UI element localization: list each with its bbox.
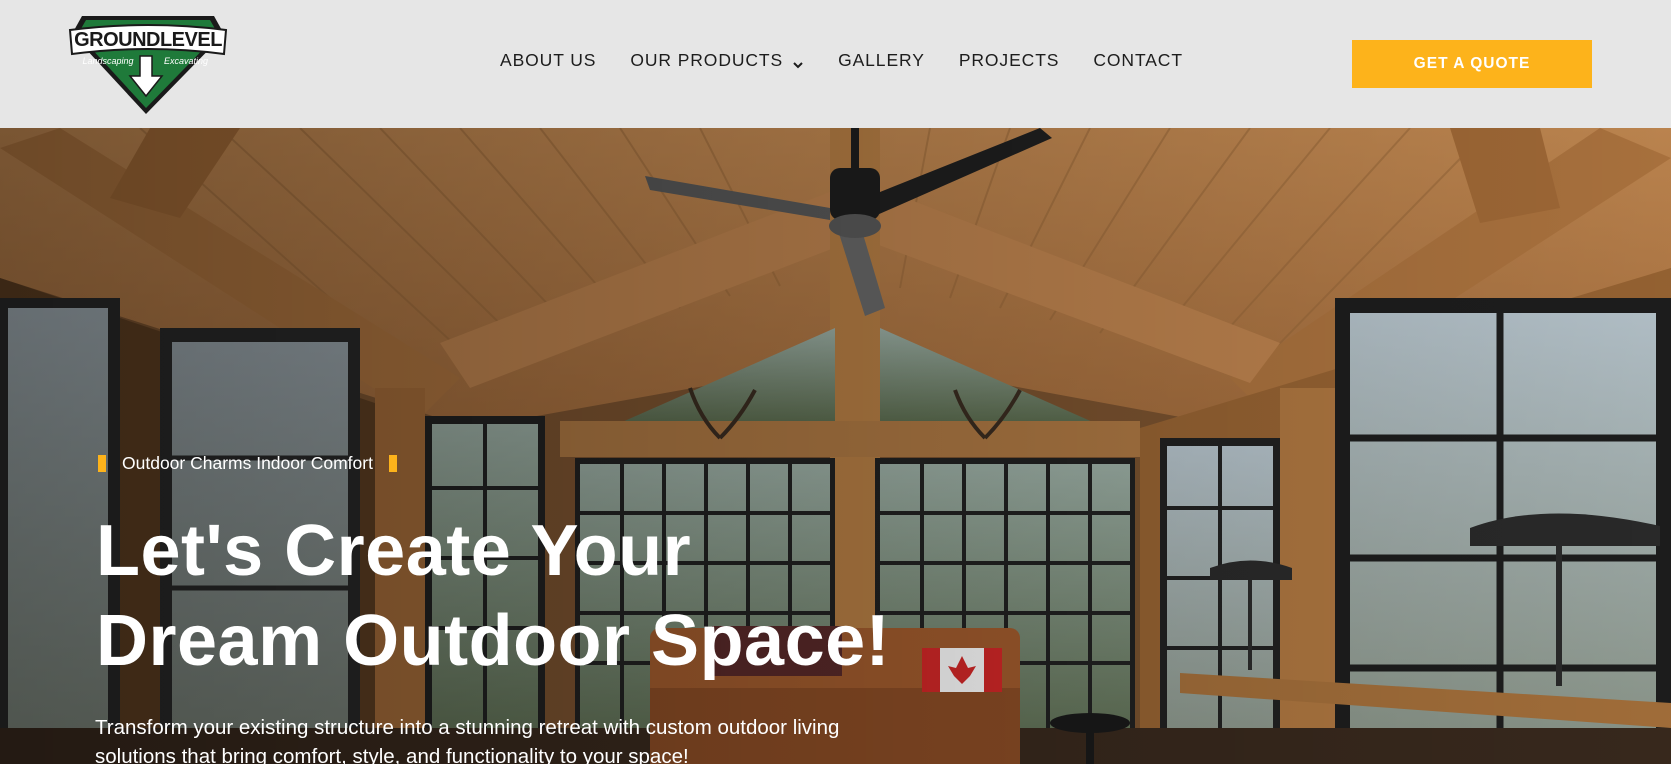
nav-label: CONTACT bbox=[1093, 50, 1183, 70]
nav-label: PROJECTS bbox=[958, 50, 1060, 70]
svg-text:Landscaping: Landscaping bbox=[82, 56, 133, 66]
hero-headline: Let's Create Your Dream Outdoor Space! bbox=[96, 506, 890, 686]
nav-label: OUR PRODUCTS bbox=[630, 50, 784, 70]
main-nav: ABOUT US OUR PRODUCTS GALLERY PROJECTS C… bbox=[500, 50, 1217, 71]
svg-text:Excavating: Excavating bbox=[164, 56, 208, 66]
chevron-down-icon bbox=[792, 55, 804, 68]
hero-eyebrow: Outdoor Charms Indoor Comfort bbox=[98, 453, 397, 474]
nav-label: ABOUT US bbox=[500, 50, 597, 70]
hero-subtext: Transform your existing structure into a… bbox=[95, 716, 840, 764]
groundlevel-logo[interactable]: GROUNDLEVEL Landscaping Excavating bbox=[68, 12, 228, 116]
nav-about-us[interactable]: ABOUT US bbox=[500, 50, 596, 71]
headline-line-2: Dream Outdoor Space! bbox=[96, 601, 891, 681]
nav-projects[interactable]: PROJECTS bbox=[959, 50, 1060, 71]
headline-line-1: Let's Create Your bbox=[96, 511, 692, 591]
eyebrow-accent-bar-left bbox=[98, 455, 106, 472]
nav-gallery[interactable]: GALLERY bbox=[838, 50, 925, 71]
hero-section: Outdoor Charms Indoor Comfort Let's Crea… bbox=[0, 128, 1671, 764]
nav-label: GALLERY bbox=[838, 50, 925, 70]
nav-our-products[interactable]: OUR PRODUCTS bbox=[630, 50, 804, 71]
site-header: GROUNDLEVEL Landscaping Excavating ABOUT… bbox=[0, 0, 1671, 128]
nav-contact[interactable]: CONTACT bbox=[1093, 50, 1183, 71]
eyebrow-text: Outdoor Charms Indoor Comfort bbox=[122, 453, 373, 473]
eyebrow-accent-bar-right bbox=[388, 455, 397, 472]
get-a-quote-button[interactable]: GET A QUOTE bbox=[1352, 40, 1592, 88]
svg-text:GROUNDLEVEL: GROUNDLEVEL bbox=[74, 29, 222, 51]
